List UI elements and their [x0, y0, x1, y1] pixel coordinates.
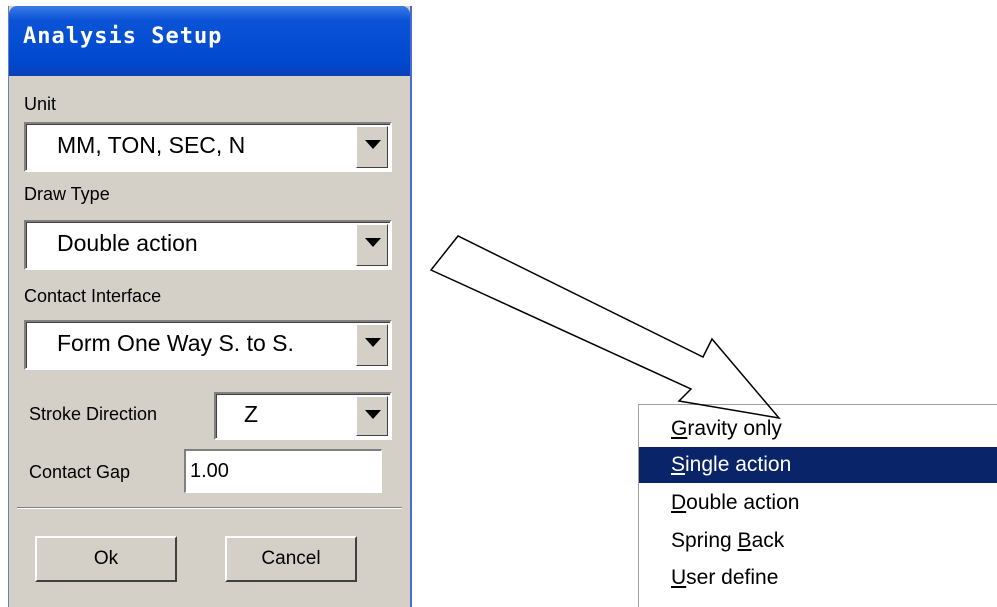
- annotation-arrow-icon: [429, 235, 781, 420]
